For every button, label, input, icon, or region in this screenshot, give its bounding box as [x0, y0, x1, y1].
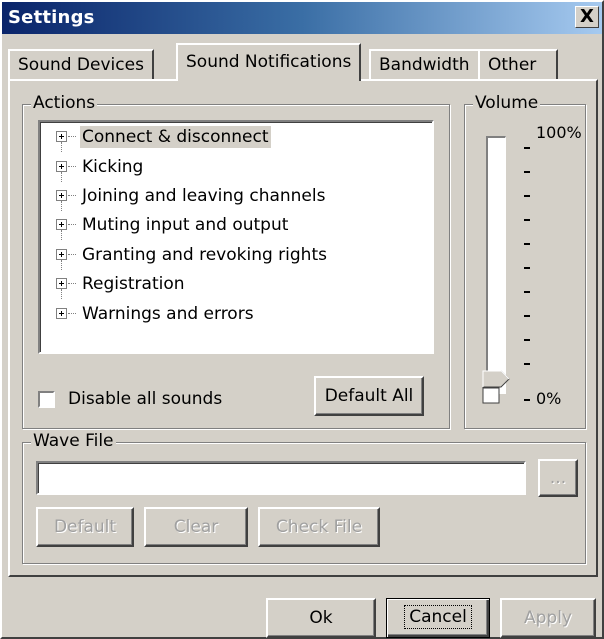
tree-connector [68, 283, 76, 284]
expand-icon[interactable] [56, 278, 67, 289]
volume-tick [524, 339, 530, 341]
volume-max-label: 100% [536, 123, 582, 142]
check-file-label: Check File [275, 517, 363, 537]
volume-tick [524, 147, 530, 149]
ok-button[interactable]: Ok [266, 598, 376, 638]
tree-item-label: Warnings and errors [82, 304, 254, 324]
browse-button[interactable]: ... [538, 459, 578, 497]
volume-group-label: Volume [473, 93, 541, 113]
volume-tick [524, 195, 530, 197]
tree-connector [61, 230, 62, 240]
volume-tick [524, 363, 530, 365]
tab-sound-devices[interactable]: Sound Devices [8, 49, 154, 79]
window-title: Settings [8, 7, 95, 28]
volume-tick [524, 267, 530, 269]
volume-tick [524, 315, 530, 317]
disable-all-sounds-checkbox[interactable] [38, 391, 55, 408]
close-icon: X [580, 6, 594, 27]
expand-icon[interactable] [56, 219, 67, 230]
disable-all-sounds-label[interactable]: Disable all sounds [68, 388, 222, 410]
volume-tick [524, 171, 530, 173]
tab-sound-notifications[interactable]: Sound Notifications [176, 43, 362, 81]
ok-label: Ok [309, 608, 333, 628]
tree-connector [61, 289, 62, 299]
clear-label: Clear [173, 517, 219, 537]
wave-file-path-field[interactable] [36, 461, 526, 495]
tab-label: Bandwidth [379, 55, 470, 75]
tree-item-label: Connect & disconnect [80, 126, 271, 148]
tree-item-warnings[interactable]: Warnings and errors [40, 301, 420, 329]
cancel-label: Cancel [404, 605, 472, 629]
actions-tree[interactable]: Connect & disconnect Kicking Joining and… [38, 120, 434, 354]
tree-connector [61, 172, 62, 182]
volume-min-label: 0% [536, 389, 562, 408]
tree-item-label: Muting input and output [82, 215, 289, 235]
apply-button[interactable]: Apply [500, 598, 596, 638]
cancel-button[interactable]: Cancel [386, 598, 490, 638]
wave-default-label: Default [53, 517, 117, 537]
title-bar: Settings X [2, 2, 602, 34]
tree-item-kicking[interactable]: Kicking [40, 154, 420, 182]
tree-connector [68, 224, 76, 225]
check-file-button[interactable]: Check File [258, 507, 380, 547]
wave-file-group-label: Wave File [31, 431, 116, 451]
tab-label: Sound Notifications [186, 52, 352, 72]
tab-other[interactable]: Other [478, 49, 558, 79]
tree-item-joining[interactable]: Joining and leaving channels [40, 183, 420, 211]
clear-button[interactable]: Clear [144, 507, 248, 547]
tree-item-label: Registration [82, 274, 185, 294]
tree-connector [68, 313, 76, 314]
volume-slider-thumb[interactable] [482, 370, 510, 404]
tab-bandwidth[interactable]: Bandwidth [369, 49, 480, 79]
tree-connector [68, 166, 76, 167]
expand-icon[interactable] [56, 161, 67, 172]
tree-item-label: Granting and revoking rights [82, 245, 327, 265]
expand-icon[interactable] [56, 131, 67, 142]
tree-item-label: Joining and leaving channels [82, 186, 326, 206]
tree-item-registration[interactable]: Registration [40, 271, 420, 299]
expand-icon[interactable] [56, 190, 67, 201]
volume-tick [524, 243, 530, 245]
default-all-label: Default All [324, 386, 414, 406]
wave-default-button[interactable]: Default [36, 507, 134, 547]
default-all-button[interactable]: Default All [314, 376, 424, 416]
volume-tick [524, 219, 530, 221]
tree-item-granting[interactable]: Granting and revoking rights [40, 242, 420, 270]
settings-window: Settings X Sound Devices Sound Notificat… [0, 0, 604, 639]
expand-icon[interactable] [56, 249, 67, 260]
tree-connector [68, 195, 76, 196]
browse-label: ... [549, 468, 567, 488]
tree-connector [61, 201, 62, 211]
tree-item-connect[interactable]: Connect & disconnect [40, 124, 420, 152]
apply-label: Apply [524, 608, 572, 628]
tab-label: Sound Devices [18, 55, 144, 75]
expand-icon[interactable] [56, 308, 67, 319]
close-button[interactable]: X [575, 6, 599, 28]
tree-connector [61, 260, 62, 270]
tree-item-label: Kicking [82, 157, 144, 177]
tree-connector [61, 142, 62, 152]
volume-tick [524, 399, 530, 401]
tree-connector [68, 136, 76, 137]
tab-label: Other [488, 55, 537, 75]
tree-item-muting[interactable]: Muting input and output [40, 212, 420, 240]
tree-connector [68, 254, 76, 255]
volume-tick [524, 291, 530, 293]
actions-group-label: Actions [31, 93, 98, 113]
volume-slider-track[interactable] [486, 136, 506, 394]
